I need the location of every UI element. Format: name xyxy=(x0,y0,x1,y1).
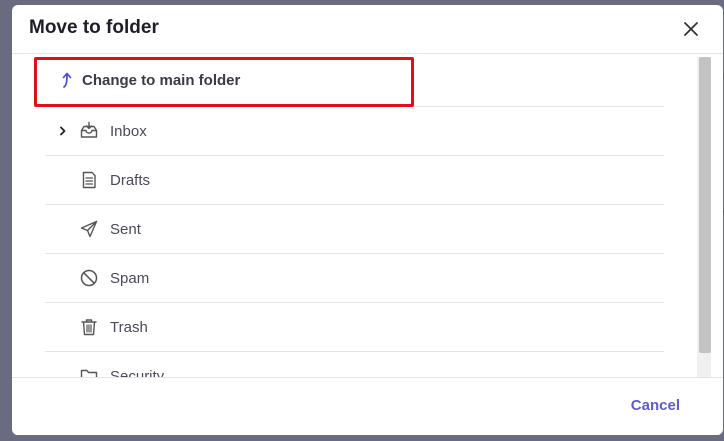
close-icon xyxy=(684,22,698,36)
arrow-up-icon xyxy=(62,72,72,88)
paper-plane-icon xyxy=(80,220,98,238)
folder-item-trash[interactable]: Trash xyxy=(45,303,664,352)
inbox-icon xyxy=(80,121,98,138)
close-button[interactable] xyxy=(679,17,703,41)
chevron-right-icon[interactable] xyxy=(58,125,68,137)
folder-icon xyxy=(80,369,98,377)
dialog-title: Move to folder xyxy=(29,17,159,38)
folder-label: Security xyxy=(110,367,165,378)
folder-item-drafts[interactable]: Drafts xyxy=(45,156,664,205)
folder-item-security[interactable]: Security xyxy=(45,352,664,377)
dialog-header: Move to folder xyxy=(12,5,723,54)
folder-label: Trash xyxy=(110,318,148,336)
change-to-main-folder-item[interactable]: Change to main folder xyxy=(45,54,664,107)
folder-label: Sent xyxy=(110,220,141,238)
main-folder-label: Change to main folder xyxy=(82,71,241,89)
cancel-button[interactable]: Cancel xyxy=(631,397,680,414)
folder-label: Drafts xyxy=(110,171,151,189)
folder-label: Inbox xyxy=(110,122,147,140)
trash-icon xyxy=(81,319,97,336)
folder-list: Change to main folder Inbox Drafts Sent … xyxy=(45,54,664,377)
block-icon xyxy=(80,269,98,287)
dialog-footer: Cancel xyxy=(12,377,723,435)
move-to-folder-dialog: Move to folder Change to main folder Inb… xyxy=(12,5,723,435)
folder-item-inbox[interactable]: Inbox xyxy=(45,107,664,156)
folder-label: Spam xyxy=(110,269,150,287)
folder-list-container: Change to main folder Inbox Drafts Sent … xyxy=(12,54,723,377)
folder-item-spam[interactable]: Spam xyxy=(45,254,664,303)
scrollbar-thumb[interactable] xyxy=(699,57,711,353)
document-icon xyxy=(82,171,96,189)
folder-item-sent[interactable]: Sent xyxy=(45,205,664,254)
